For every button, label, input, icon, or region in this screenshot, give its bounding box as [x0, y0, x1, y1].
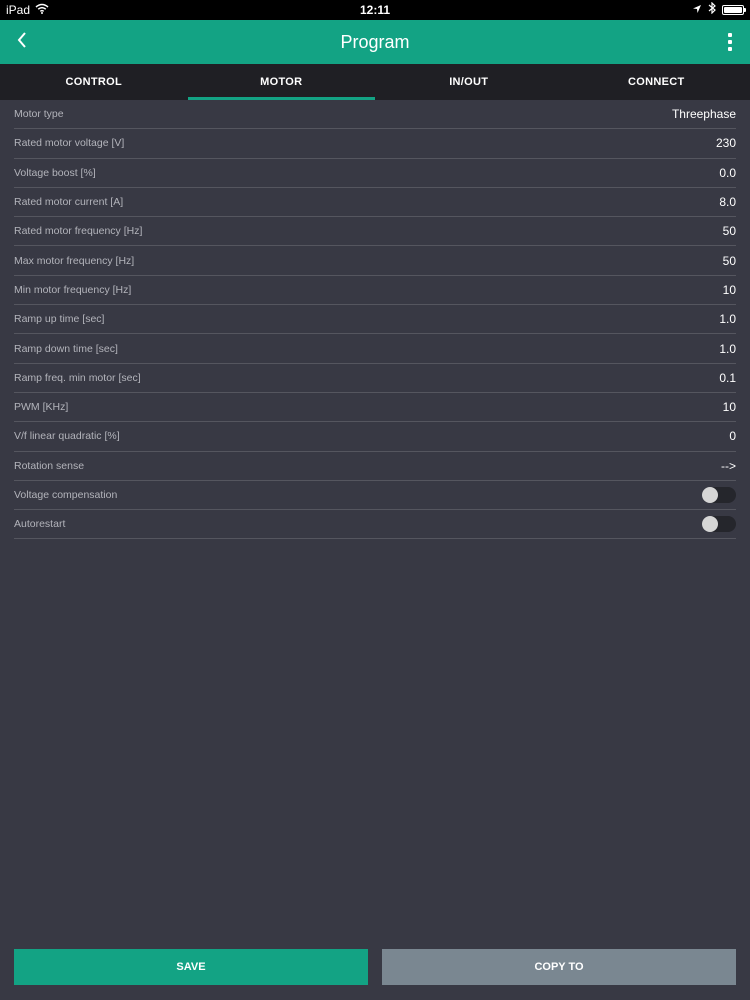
setting-label: Min motor frequency [Hz]: [14, 283, 132, 296]
voltage-compensation-toggle[interactable]: [702, 487, 736, 503]
more-vertical-icon: [728, 33, 732, 37]
setting-label: Rated motor voltage [V]: [14, 137, 125, 150]
tab-in-out[interactable]: IN/OUT: [375, 64, 563, 100]
setting-label: V/f linear quadratic [%]: [14, 430, 120, 443]
tab-connect[interactable]: CONNECT: [563, 64, 750, 100]
setting-label: Motor type: [14, 108, 64, 121]
setting-rated-motor-voltage[interactable]: Rated motor voltage [V] 230: [14, 129, 736, 159]
setting-label: Max motor frequency [Hz]: [14, 254, 135, 267]
setting-rotation-sense[interactable]: Rotation sense -->: [14, 452, 736, 481]
setting-value: 1.0: [719, 312, 736, 327]
setting-voltage-boost[interactable]: Voltage boost [%] 0.0: [14, 159, 736, 188]
setting-label: Rated motor current [A]: [14, 196, 124, 209]
setting-value: 8.0: [719, 195, 736, 210]
copy-to-button[interactable]: COPY TO: [382, 949, 736, 985]
setting-value: 230: [715, 136, 736, 151]
status-right: [692, 1, 746, 17]
setting-label: PWM [KHz]: [14, 401, 69, 414]
setting-autorestart: Autorestart: [14, 510, 736, 540]
autorestart-toggle[interactable]: [702, 516, 736, 533]
setting-value: 10: [722, 400, 736, 415]
status-bar: iPad 12:11: [0, 0, 750, 20]
setting-value: 50: [722, 224, 736, 239]
setting-ramp-up-time[interactable]: Ramp up time [sec] 1.0: [14, 305, 736, 335]
setting-label: Ramp up time [sec]: [14, 313, 105, 326]
setting-value: 50: [722, 253, 736, 268]
toggle-knob: [702, 516, 718, 533]
status-time: 12:11: [359, 3, 391, 17]
setting-label: Ramp freq. min motor [sec]: [14, 371, 141, 384]
setting-ramp-freq-min-motor[interactable]: Ramp freq. min motor [sec] 0.1: [14, 364, 736, 393]
tab-motor[interactable]: MOTOR: [187, 64, 376, 100]
setting-min-motor-frequency[interactable]: Min motor frequency [Hz] 10: [14, 276, 736, 306]
page-title: Program: [340, 32, 410, 52]
setting-value: 0.0: [719, 165, 736, 180]
setting-max-motor-frequency[interactable]: Max motor frequency [Hz] 50: [14, 246, 736, 276]
tab-control[interactable]: CONTROL: [0, 64, 188, 100]
toggle-knob: [702, 487, 718, 503]
battery-icon: [722, 4, 746, 15]
save-button[interactable]: SAVE: [14, 949, 368, 985]
setting-value: 0.1: [719, 370, 736, 385]
setting-value: 0: [729, 429, 736, 444]
setting-label: Voltage boost [%]: [14, 166, 96, 179]
setting-label: Autorestart: [14, 518, 66, 531]
setting-value: Threephase: [671, 107, 736, 122]
setting-rated-motor-current[interactable]: Rated motor current [A] 8.0: [14, 188, 736, 218]
setting-label: Voltage compensation: [14, 489, 118, 501]
menu-button[interactable]: [720, 28, 740, 56]
setting-value: 10: [722, 282, 736, 297]
setting-ramp-down-time[interactable]: Ramp down time [sec] 1.0: [14, 334, 736, 364]
setting-label: Ramp down time [sec]: [14, 342, 118, 355]
setting-motor-type[interactable]: Motor type Threephase: [14, 100, 736, 130]
setting-value: -->: [721, 458, 736, 473]
location-icon: [692, 3, 702, 17]
setting-label: Rated motor frequency [Hz]: [14, 225, 143, 238]
setting-value: 1.0: [719, 341, 736, 356]
app-bar: Program: [0, 20, 750, 64]
setting-pwm[interactable]: PWM [KHz] 10: [14, 393, 736, 423]
bluetooth-icon: [708, 1, 716, 17]
motor-settings-list: Motor type Threephase Rated motor voltag…: [14, 100, 736, 540]
setting-rated-motor-frequency[interactable]: Rated motor frequency [Hz] 50: [14, 217, 736, 247]
tab-bar: CONTROL MOTOR IN/OUT CONNECT: [0, 64, 750, 100]
setting-label: Rotation sense: [14, 459, 85, 472]
setting-voltage-compensation: Voltage compensation: [14, 481, 736, 511]
setting-vf-linear-quadratic[interactable]: V/f linear quadratic [%] 0: [14, 422, 736, 452]
